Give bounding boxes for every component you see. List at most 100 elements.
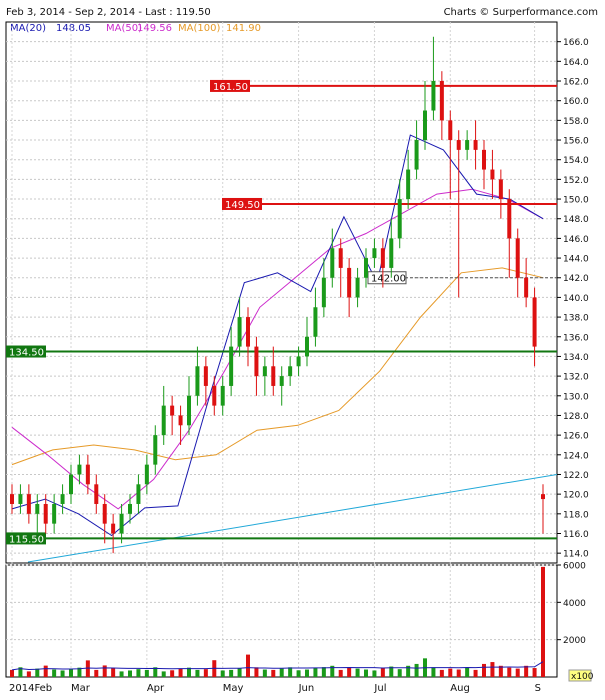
candle-body [532,297,537,347]
volume-bar [439,669,444,677]
candle-body [161,405,166,436]
volume-average-line [11,661,544,671]
y-tick-label: 140.0 [563,294,589,304]
volume-bar [94,669,99,677]
candle-body [507,199,512,239]
y-tick-label: 154.0 [563,156,589,166]
volume-bar [144,669,149,677]
candle-body [119,513,124,534]
candle-body [220,385,225,406]
trendline [27,473,558,563]
volume-bar [473,669,478,677]
candle-body [26,494,31,514]
candle-body [296,356,301,367]
volume-bar [456,669,461,677]
volume-panel-frame [5,564,558,678]
legend-ma50-value: 149.56 [137,23,172,34]
candle-body [347,267,352,298]
volume-bar [397,669,402,677]
candle-body [431,81,436,111]
candle-body [414,140,419,170]
volume-bar [321,667,326,677]
candle-body [279,376,284,386]
candle-body [338,248,343,268]
candle-body [262,366,267,377]
candle-body [77,464,82,475]
volume-bar [305,669,309,677]
candle-body [330,248,335,278]
x-tick-label: Jul [373,683,386,694]
ma50-line [11,188,544,510]
candle-body [473,140,478,150]
candle-body [380,248,385,268]
legend-ma100-label: MA(100) [178,23,220,34]
candle-body [102,503,107,524]
volume-bar [532,668,537,677]
legend-ma20-value: 148.05 [56,23,91,34]
candle-body [406,169,411,200]
ma20-line [11,134,544,537]
x-tick-label: Aug [450,683,470,694]
volume-bar [203,669,208,677]
volume-bar [136,669,141,677]
y-tick-label: 124.0 [563,451,589,461]
volume-bar [347,667,352,677]
y-tick-label: 150.0 [563,196,589,206]
volume-bar [170,670,175,677]
volume-tick-label: 4000 [563,599,586,609]
y-tick-label: 146.0 [563,235,589,245]
candle-body [439,81,444,121]
candle-body [313,307,318,337]
candle-body [178,415,183,426]
candle-body [271,366,276,386]
volume-bar [364,669,368,677]
y-tick-label: 134.0 [563,353,589,363]
y-tick-label: 130.0 [563,392,589,402]
volume-bar [10,669,14,677]
candle-body [94,484,99,504]
x-tick-label: Jun [298,683,315,694]
volume-tick-label: 2000 [563,636,586,646]
resistance-level-label: 149.50 [225,200,260,211]
y-tick-label: 118.0 [563,510,589,520]
candle-body [52,503,57,524]
candle-body [490,169,495,180]
volume-bar [313,668,318,677]
volume-bar [271,669,276,677]
y-tick-label: 116.0 [563,530,589,540]
volume-bar [85,660,90,677]
candle-body [541,494,545,500]
volume-bar [490,662,495,677]
volume-bar [178,668,183,677]
candle-body [144,464,149,485]
y-tick-label: 120.0 [563,491,589,501]
volume-bar [355,668,360,677]
volume-bar [262,669,267,677]
volume-bar [482,663,486,677]
volume-bar [541,566,545,677]
volume-bar [448,668,453,677]
volume-bar [60,670,65,677]
y-tick-label: 152.0 [563,176,589,186]
chart-credit: Charts © Surperformance.com [444,7,598,18]
candle-body [448,120,453,141]
volume-bar [161,671,166,677]
pivot-level-label: 142.00 [371,274,406,285]
candle-body [372,248,377,259]
volume-bar [279,668,284,677]
volume-bar [372,670,377,677]
volume-unit-label: x100 [571,672,594,682]
volume-bar [431,667,436,677]
y-tick-label: 156.0 [563,137,589,147]
y-tick-label: 122.0 [563,471,589,481]
volume-bar [229,669,234,677]
volume-bar [254,667,259,677]
volume-bar [296,670,301,677]
chart-title: Feb 3, 2014 - Sep 2, 2014 - Last : 119.5… [6,7,211,18]
y-tick-label: 136.0 [563,333,589,343]
y-tick-label: 138.0 [563,314,589,324]
volume-tick-label: 6000 [563,562,586,572]
candle-body [465,140,470,150]
y-tick-label: 114.0 [563,550,589,560]
y-tick-label: 166.0 [563,38,589,48]
